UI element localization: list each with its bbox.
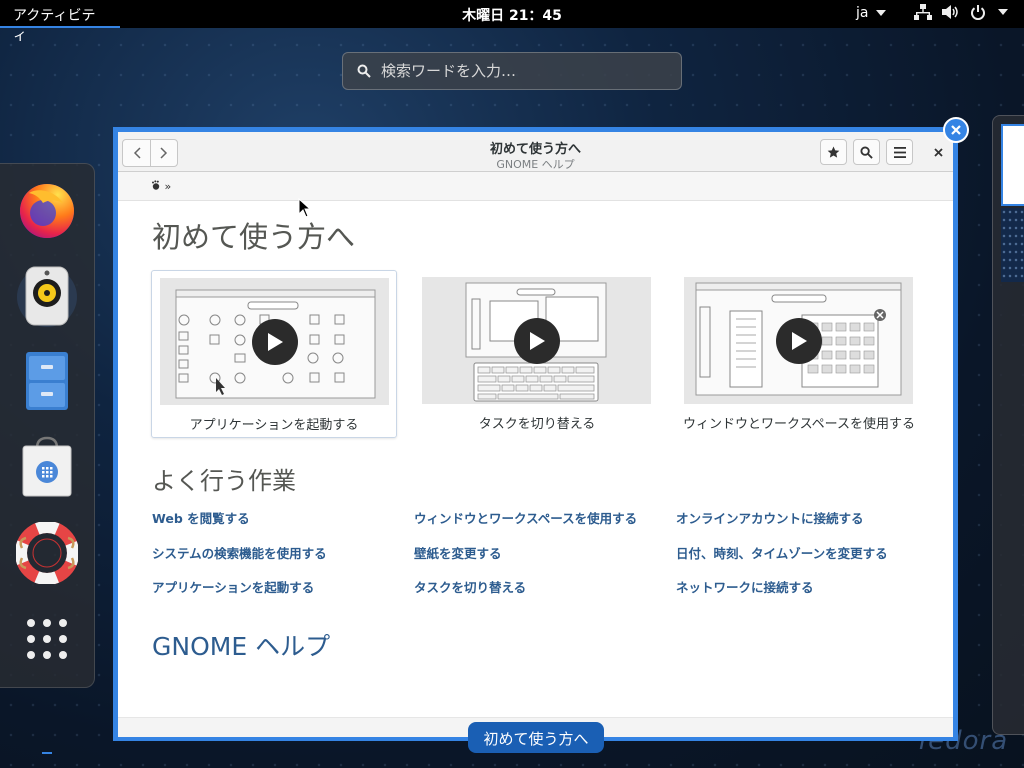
video-card-switch-tasks[interactable]: タスクを切り替える <box>414 270 660 438</box>
back-button[interactable] <box>123 140 150 166</box>
task-link[interactable]: タスクを切り替える <box>414 577 526 596</box>
close-icon <box>933 147 943 157</box>
running-indicator <box>42 752 52 754</box>
forward-button[interactable] <box>150 140 177 166</box>
chevron-down-icon <box>998 9 1008 15</box>
network-wired-icon <box>914 4 932 20</box>
task-link[interactable]: ウィンドウとワークスペースを使用する <box>414 508 637 527</box>
firefox-icon <box>20 184 74 238</box>
bookmark-button[interactable] <box>820 139 847 165</box>
show-apps-button[interactable] <box>12 604 82 674</box>
activities-button[interactable]: アクティビティ <box>0 0 120 44</box>
workspace-thumbnail-active[interactable] <box>1001 124 1024 206</box>
breadcrumb: » <box>118 172 953 201</box>
dash <box>0 163 95 754</box>
chevron-down-icon <box>876 10 887 16</box>
search-button[interactable] <box>853 139 880 165</box>
task-link[interactable]: 日付、時刻、タイムゾーンを変更する <box>676 543 888 562</box>
tasks-heading: よく行う作業 <box>152 467 296 495</box>
dash-item-firefox[interactable] <box>12 174 82 244</box>
chevron-right-icon <box>160 147 168 159</box>
video-caption: タスクを切り替える <box>478 417 596 432</box>
video-caption: ウィンドウとワークスペースを使用する <box>682 417 916 432</box>
workspace-thumbnail-empty[interactable] <box>1001 208 1024 282</box>
mouse-pointer-icon <box>298 198 310 218</box>
dash-item-rhythmbox[interactable] <box>12 260 82 330</box>
dash-item-help[interactable] <box>12 518 82 588</box>
shopping-bag-icon <box>22 436 72 497</box>
task-link[interactable]: ネットワークに接続する <box>676 577 814 596</box>
input-language-menu[interactable]: ja <box>856 5 887 21</box>
chevron-left-icon <box>133 147 141 159</box>
workspace-switcher <box>992 115 1024 735</box>
system-menu[interactable] <box>914 4 1008 20</box>
navigation-buttons <box>122 139 178 167</box>
task-link[interactable]: アプリケーションを起動する <box>152 577 314 596</box>
play-button[interactable] <box>252 319 298 365</box>
task-link[interactable]: Web を閲覧する <box>152 508 250 527</box>
task-link[interactable]: システムの検索機能を使用する <box>152 543 327 562</box>
video-card-windows-workspaces[interactable]: ウィンドウとワークスペースを使用する <box>676 270 922 438</box>
video-thumbnail <box>160 278 389 405</box>
search-box[interactable] <box>342 52 682 90</box>
header-bar: 初めて使う方へ GNOME ヘルプ <box>118 132 953 172</box>
dash-item-software[interactable] <box>12 432 82 502</box>
dash-item-files[interactable] <box>12 346 82 416</box>
top-bar: アクティビティ 木曜日 21：45 ja <box>0 0 1024 44</box>
play-button[interactable] <box>514 318 560 364</box>
search-input[interactable] <box>381 61 671 81</box>
video-thumbnail <box>684 277 913 404</box>
power-icon <box>971 5 985 20</box>
hamburger-icon <box>893 146 906 158</box>
gnome-foot-icon <box>152 180 160 190</box>
video-card-launch-apps[interactable]: アプリケーションを起動する <box>151 270 397 438</box>
close-icon <box>951 125 961 135</box>
window-caption-label: 初めて使う方へ <box>468 722 604 753</box>
search-icon <box>357 64 371 78</box>
video-caption: アプリケーションを起動する <box>189 418 359 433</box>
play-button[interactable] <box>776 318 822 364</box>
play-icon <box>792 332 807 350</box>
task-link[interactable]: 壁紙を変更する <box>414 543 502 562</box>
video-thumbnail <box>422 277 651 404</box>
lifebuoy-icon <box>16 522 78 584</box>
breadcrumb-home-link[interactable]: » <box>151 180 171 193</box>
page-heading: 初めて使う方へ <box>152 220 356 254</box>
overview-close-window-button[interactable] <box>943 117 969 143</box>
gnome-help-link[interactable]: GNOME ヘルプ <box>152 627 330 663</box>
play-icon <box>530 332 545 350</box>
language-label: ja <box>856 5 869 21</box>
speaker-icon <box>17 266 77 327</box>
star-icon <box>827 146 840 158</box>
menu-button[interactable] <box>886 139 913 165</box>
help-window[interactable]: 初めて使う方へ GNOME ヘルプ » 初めて使う方へ アプリケーションを起動す… <box>113 127 958 741</box>
play-icon <box>268 333 283 351</box>
task-link[interactable]: オンラインアカウントに接続する <box>676 508 864 527</box>
search-icon <box>860 145 873 159</box>
volume-icon <box>942 5 958 19</box>
window-close-button[interactable] <box>928 142 948 162</box>
app-grid-icon <box>27 619 67 659</box>
file-cabinet-icon <box>26 352 68 410</box>
clock-button[interactable]: 木曜日 21：45 <box>462 8 562 24</box>
